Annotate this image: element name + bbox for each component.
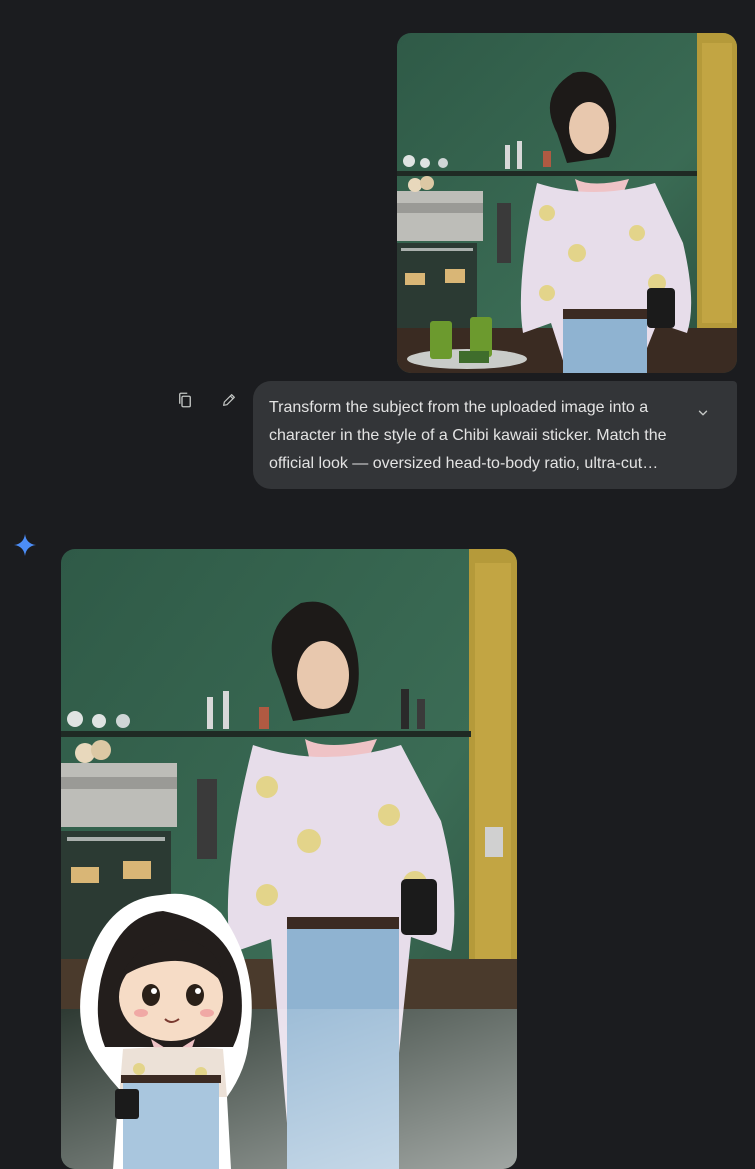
user-uploaded-image[interactable] [397,33,737,373]
copy-button[interactable] [173,388,197,412]
user-prompt-text: Transform the subject from the uploaded … [269,399,667,472]
gemini-avatar [13,533,37,557]
generated-image-illustration [61,549,517,1169]
user-photo-illustration [397,33,737,373]
copy-icon [179,392,191,408]
chevron-down-icon [698,410,708,416]
expand-prompt-button[interactable] [691,401,715,425]
generated-response-image[interactable] [61,549,517,1169]
gemini-sparkle-icon [14,534,36,556]
edit-pencil-icon [223,394,235,406]
edit-button[interactable] [217,388,241,412]
user-prompt-bubble: Transform the subject from the uploaded … [253,381,737,489]
